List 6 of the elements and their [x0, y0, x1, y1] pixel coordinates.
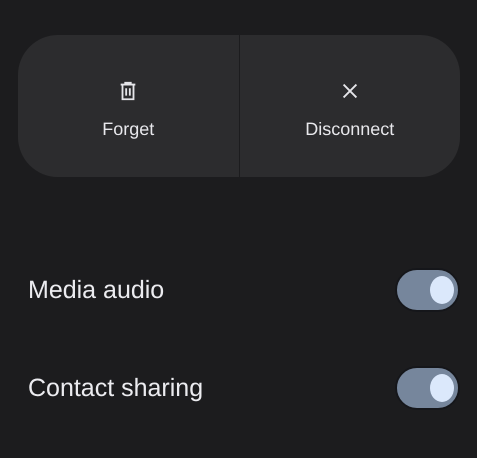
action-button[interactable]: Disconnect [238, 35, 460, 177]
action-button[interactable]: Forget [18, 35, 238, 177]
toggle-switch[interactable] [395, 268, 460, 312]
setting-label: Media audio [28, 276, 164, 304]
setting-label: Contact sharing [28, 374, 204, 402]
toggle-switch[interactable] [395, 366, 460, 410]
